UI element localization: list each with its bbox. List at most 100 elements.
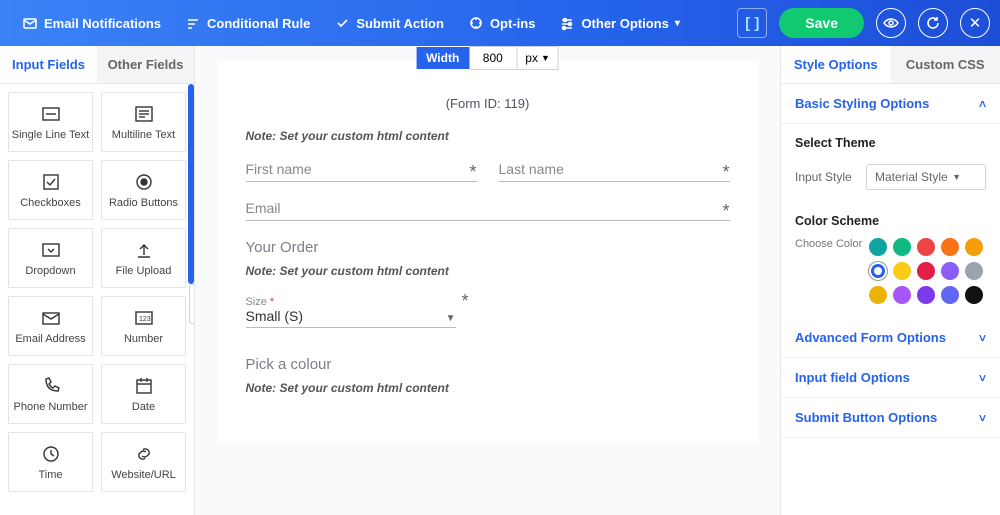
chevron-down-icon: ˅ xyxy=(979,331,986,345)
tab-custom-css[interactable]: Custom CSS xyxy=(891,46,1000,83)
color-swatch[interactable] xyxy=(941,238,959,256)
tile-url[interactable]: Website/URL xyxy=(101,432,186,492)
color-swatch[interactable] xyxy=(869,286,887,304)
tile-email[interactable]: Email Address xyxy=(8,296,93,356)
collapse-left-handle[interactable]: ‹ xyxy=(189,284,194,324)
color-swatch[interactable] xyxy=(893,262,911,280)
email-notifications-button[interactable]: Email Notifications xyxy=(10,0,173,46)
color-swatch[interactable] xyxy=(917,238,935,256)
sliders-icon xyxy=(559,15,575,31)
color-scheme-label: Color Scheme xyxy=(795,214,986,228)
chevron-down-icon: ˅ xyxy=(979,371,986,385)
chevron-down-icon: ▼ xyxy=(541,53,550,63)
close-button[interactable]: ✕ xyxy=(960,8,990,38)
color-swatch[interactable] xyxy=(941,262,959,280)
tile-number[interactable]: 123Number xyxy=(101,296,186,356)
svg-text:123: 123 xyxy=(139,316,151,323)
dropdown-icon xyxy=(40,239,62,261)
note-text: Note: Set your custom html content xyxy=(246,264,730,278)
tab-input-fields[interactable]: Input Fields xyxy=(0,46,97,83)
form-id-label: (Form ID: 119) xyxy=(246,96,730,111)
chevron-down-icon: ▼ xyxy=(446,313,456,324)
size-select[interactable]: Small (S) ▼ xyxy=(246,308,456,328)
tile-phone[interactable]: Phone Number xyxy=(8,364,93,424)
number-icon: 123 xyxy=(133,307,155,329)
submit-icon xyxy=(334,15,350,31)
chevron-down-icon: ▾ xyxy=(675,18,680,29)
email-field[interactable]: Email* xyxy=(246,200,730,221)
save-button[interactable]: Save xyxy=(779,8,864,38)
multiline-icon xyxy=(133,103,155,125)
note-text: Note: Set your custom html content xyxy=(246,381,730,395)
preview-button[interactable] xyxy=(876,8,906,38)
topbar-right: [ ] Save ✕ xyxy=(737,8,990,38)
right-tabs: Style Options Custom CSS xyxy=(781,46,1000,84)
width-input[interactable] xyxy=(469,46,517,70)
optins-label: Opt-ins xyxy=(490,16,536,31)
optins-button[interactable]: Opt-ins xyxy=(456,0,548,46)
other-options-label: Other Options xyxy=(581,16,668,31)
color-swatch[interactable] xyxy=(941,286,959,304)
tile-single-line-text[interactable]: Single Line Text xyxy=(8,92,93,152)
email-notifications-label: Email Notifications xyxy=(44,16,161,31)
input-field-options-accordion[interactable]: Input field Options ˅ xyxy=(781,358,1000,398)
optins-icon xyxy=(468,15,484,31)
eye-icon xyxy=(883,15,899,31)
other-options-button[interactable]: Other Options ▾ xyxy=(547,0,691,46)
pick-color-heading: Pick a colour xyxy=(246,356,730,373)
first-name-field[interactable]: First name* xyxy=(246,161,477,182)
time-icon xyxy=(40,443,62,465)
color-swatch[interactable] xyxy=(893,286,911,304)
note-text: Note: Set your custom html content xyxy=(246,129,730,143)
color-swatch[interactable] xyxy=(917,262,935,280)
conditional-rule-button[interactable]: Conditional Rule xyxy=(173,0,322,46)
basic-styling-label: Basic Styling Options xyxy=(795,96,929,111)
tile-date[interactable]: Date xyxy=(101,364,186,424)
width-label: Width xyxy=(416,47,469,69)
size-value: Small (S) xyxy=(246,308,304,324)
color-swatch[interactable] xyxy=(965,286,983,304)
input-style-value: Material Style xyxy=(875,170,948,184)
submit-action-label: Submit Action xyxy=(356,16,444,31)
form-page: (Form ID: 119) Note: Set your custom htm… xyxy=(218,60,758,443)
tile-radio-buttons[interactable]: Radio Buttons xyxy=(101,160,186,220)
email-icon xyxy=(40,307,62,329)
required-icon: * xyxy=(462,296,469,306)
submit-action-button[interactable]: Submit Action xyxy=(322,0,456,46)
color-swatch[interactable] xyxy=(893,238,911,256)
select-theme-label: Select Theme xyxy=(781,124,1000,156)
advanced-form-accordion[interactable]: Advanced Form Options ˅ xyxy=(781,318,1000,358)
basic-styling-accordion[interactable]: Basic Styling Options ˄ xyxy=(781,84,1000,124)
tab-style-options[interactable]: Style Options xyxy=(781,46,891,83)
width-unit-select[interactable]: px▼ xyxy=(517,46,559,70)
width-toolbar: Width px▼ xyxy=(416,46,559,70)
submit-button-options-accordion[interactable]: Submit Button Options ˅ xyxy=(781,398,1000,438)
input-field-options-label: Input field Options xyxy=(795,370,910,385)
color-swatches xyxy=(869,238,983,304)
canvas: (Form ID: 119) Note: Set your custom htm… xyxy=(195,46,780,515)
tile-checkboxes[interactable]: Checkboxes xyxy=(8,160,93,220)
choose-color-label: Choose Color xyxy=(795,238,865,250)
tile-multiline-text[interactable]: Multiline Text xyxy=(101,92,186,152)
checkbox-icon xyxy=(40,171,62,193)
color-swatch[interactable] xyxy=(965,262,983,280)
single-line-icon xyxy=(40,103,62,125)
color-swatch[interactable] xyxy=(965,238,983,256)
shortcode-button[interactable]: [ ] xyxy=(737,8,767,38)
color-swatch[interactable] xyxy=(869,238,887,256)
right-panel: Style Options Custom CSS Basic Styling O… xyxy=(780,46,1000,515)
tile-time[interactable]: Time xyxy=(8,432,93,492)
phone-icon xyxy=(40,375,62,397)
color-swatch[interactable] xyxy=(869,262,887,280)
input-style-select[interactable]: Material Style ▼ xyxy=(866,164,986,190)
mail-icon xyxy=(22,15,38,31)
required-icon: * xyxy=(722,167,729,177)
reload-button[interactable] xyxy=(918,8,948,38)
tab-other-fields[interactable]: Other Fields xyxy=(97,46,194,83)
left-scrollbar[interactable] xyxy=(188,84,194,284)
tile-dropdown[interactable]: Dropdown xyxy=(8,228,93,288)
last-name-field[interactable]: Last name* xyxy=(499,161,730,182)
tile-file-upload[interactable]: File Upload xyxy=(101,228,186,288)
color-swatch[interactable] xyxy=(917,286,935,304)
submit-button-options-label: Submit Button Options xyxy=(795,410,937,425)
